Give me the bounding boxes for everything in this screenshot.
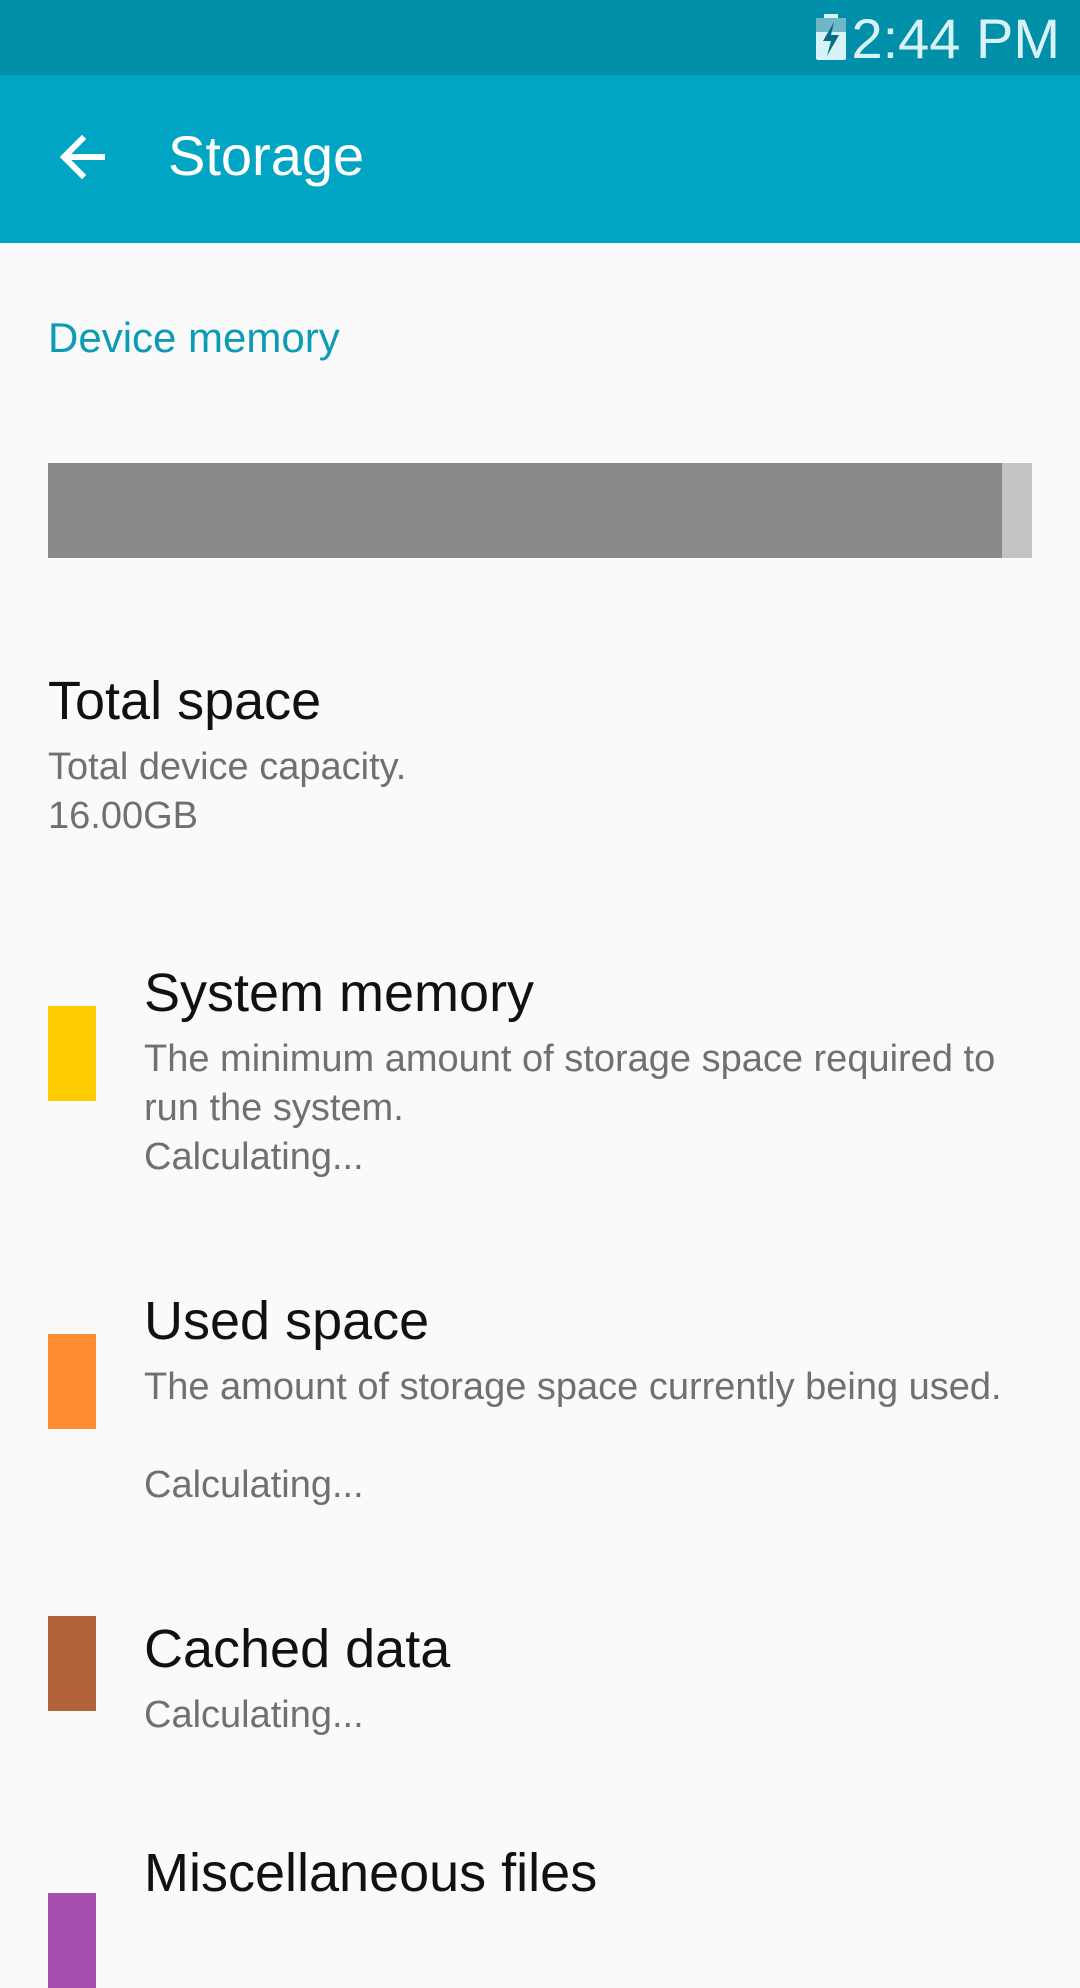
list-item-cached-data[interactable]: Cached data Calculating... [0,1616,1080,1736]
list-item-status: Calculating... [144,1136,364,1178]
app-bar: Storage [0,75,1080,243]
system-memory-color-swatch [48,1006,96,1101]
battery-charging-icon [816,14,846,60]
status-bar: 2:44 PM [0,0,1080,75]
section-header-device-memory: Device memory [48,314,340,361]
list-item-description: The amount of storage space currently be… [144,1366,1002,1408]
cached-data-color-swatch [48,1616,96,1711]
storage-usage-bar [48,463,1032,558]
storage-usage-fill [48,463,1003,558]
list-item-status: Calculating... [144,1464,364,1506]
list-item-title: System memory [144,963,535,1023]
status-time: 2:44 PM [851,7,1060,70]
list-item-used-space[interactable]: Used space The amount of storage space c… [0,1288,1080,1508]
list-item-status: Calculating... [144,1694,364,1736]
miscellaneous-files-color-swatch [48,1893,96,1988]
page-title: Storage [168,124,365,187]
list-item-system-memory[interactable]: System memory The minimum amount of stor… [0,960,1080,1180]
used-space-color-swatch [48,1334,96,1429]
total-space-description: Total device capacity. [48,746,407,788]
list-item-title: Used space [144,1291,430,1351]
list-item-title: Cached data [144,1619,451,1679]
list-item-miscellaneous-files[interactable]: Miscellaneous files [0,1840,1080,1988]
list-item-description: The minimum amount of storage space requ… [144,1038,996,1129]
arrow-back-icon[interactable] [54,127,114,187]
list-item-title: Miscellaneous files [144,1843,598,1903]
total-space-value: 16.00GB [48,795,198,837]
total-space-title: Total space [48,671,322,731]
